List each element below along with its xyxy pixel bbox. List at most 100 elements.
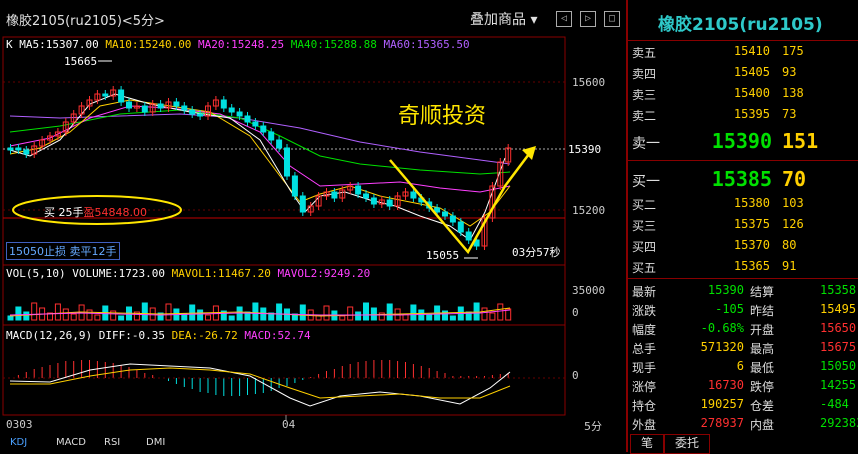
bid-level-name: 买一 <box>632 174 660 190</box>
ask-volume: 175 <box>782 44 804 58</box>
candle <box>434 207 441 213</box>
candle <box>299 195 306 213</box>
volume-bar <box>355 311 362 321</box>
legend-item: DEA:-26.72 <box>164 329 238 342</box>
volume-bar <box>15 306 22 321</box>
volume-bar <box>473 302 480 321</box>
chart-canvas <box>2 36 566 420</box>
quote-label: 外盘 <box>632 418 657 432</box>
legend-item: MA20:15248.25 <box>191 38 285 51</box>
prev-arrow-icon[interactable]: ◁ <box>556 11 572 27</box>
candle <box>442 211 448 217</box>
quote-value: -484 <box>820 397 849 411</box>
candle <box>268 131 275 141</box>
bid-level-1[interactable]: 买一 15385 70 <box>628 166 858 194</box>
volume-bar <box>165 303 172 321</box>
legend-item: MAVOL1:11467.20 <box>164 267 271 280</box>
volume-bar <box>252 302 259 321</box>
ask-level-4[interactable]: 卖三 15400 138 <box>628 86 858 107</box>
ask-volume: 93 <box>782 65 797 79</box>
ask-level-1[interactable]: 卖一 15390 151 <box>628 128 858 156</box>
overlay-symbol-button[interactable]: 叠加商品 ▾ <box>470 9 537 29</box>
volume-bar <box>497 303 504 321</box>
high-price-label: 15665 <box>64 55 98 68</box>
ask-level-name: 卖四 <box>632 67 657 81</box>
bid-level-name: 买二 <box>632 198 657 212</box>
quote-panel-title: 橡胶2105(ru2105) <box>658 15 823 35</box>
volume-bar <box>323 305 330 321</box>
volume-bar <box>189 304 196 321</box>
volume-bar <box>31 302 38 321</box>
candle <box>331 191 338 199</box>
volume-bars <box>7 302 512 321</box>
quote-row: 最新 15390 结算 15358 <box>628 283 858 302</box>
position-label[interactable]: 买 25手盈54848.00 <box>44 204 147 220</box>
candle <box>197 113 204 117</box>
bid-level-5[interactable]: 买五 15365 91 <box>628 259 858 280</box>
tab-kdj[interactable]: KDJ <box>10 437 27 451</box>
quote-row: 涨停 16730 跌停 14255 <box>628 378 858 397</box>
quote-row: 总手 571320 最高 15675 <box>628 340 858 359</box>
bid-level-4[interactable]: 买四 15370 80 <box>628 238 858 259</box>
bid-volume: 70 <box>782 167 807 191</box>
ask-level-3[interactable]: 卖四 15405 93 <box>628 65 858 86</box>
kline-chart[interactable]: K MA5:15307.00 MA10:15240.00 MA20:15248.… <box>0 36 624 436</box>
candle <box>410 191 417 199</box>
candle <box>291 175 298 197</box>
volume-bar <box>410 304 417 321</box>
candle <box>355 185 362 195</box>
ask-price: 15395 <box>733 107 770 121</box>
quote-label: 最新 <box>632 285 657 299</box>
tab-rsi[interactable]: RSI <box>104 437 120 451</box>
ask-level-5[interactable]: 卖二 15395 73 <box>628 107 858 128</box>
candle <box>252 121 259 127</box>
volume-bar <box>339 315 346 321</box>
quote-label: 结算 <box>750 285 775 299</box>
volume-bar <box>54 303 61 321</box>
position-profit: 盈54848.00 <box>83 206 148 219</box>
maximize-icon[interactable]: □ <box>604 11 620 27</box>
bid-price: 15365 <box>733 259 770 273</box>
volume-bar <box>363 302 369 321</box>
quote-label: 开盘 <box>750 323 775 337</box>
quote-value: 15390 <box>707 283 744 297</box>
bid-volume: 126 <box>782 217 804 231</box>
ask-price: 15390 <box>711 129 772 153</box>
ma-legend: K MA5:15307.00 MA10:15240.00 MA20:15248.… <box>6 38 470 51</box>
volume-bar <box>94 314 101 321</box>
ask-level-name: 卖五 <box>632 46 657 60</box>
vol-tick: 35000 <box>572 284 606 297</box>
next-arrow-icon[interactable]: ▷ <box>580 11 596 27</box>
bid-level-2[interactable]: 买二 15380 103 <box>628 196 858 217</box>
candle <box>236 111 243 117</box>
candle <box>449 215 456 223</box>
ask-price: 15410 <box>733 44 770 58</box>
period-label[interactable]: 5分 <box>584 418 602 434</box>
quote-label: 现手 <box>632 361 657 375</box>
stop-loss-order[interactable]: 15050止损 卖平12手 <box>6 242 120 260</box>
tab-orders[interactable]: 委托 <box>664 434 711 454</box>
quote-row: 现手 6 最低 15050 <box>628 359 858 378</box>
candle <box>141 105 148 113</box>
candle <box>260 125 267 133</box>
tab-ticks[interactable]: 笔 <box>630 434 665 454</box>
candle <box>181 105 188 111</box>
volume-bar <box>228 315 235 321</box>
quote-value: 190257 <box>700 397 744 411</box>
quote-value: 15358 <box>820 283 857 297</box>
stop-loss-qty: 卖平12手 <box>69 245 117 258</box>
quote-value: 571320 <box>700 340 744 354</box>
tab-dmi[interactable]: DMI <box>146 437 165 451</box>
bid-level-3[interactable]: 买三 15375 126 <box>628 217 858 238</box>
volume-bar <box>86 309 93 321</box>
x-axis-label: 04 <box>282 418 296 431</box>
tab-macd[interactable]: MACD <box>56 437 86 451</box>
candle <box>370 197 377 205</box>
ask-level-2[interactable]: 卖五 15410 175 <box>628 44 858 65</box>
watermark-text: 奇顺投资 <box>398 104 487 129</box>
bid-level-name: 买三 <box>632 219 657 233</box>
bid-volume: 91 <box>782 259 797 273</box>
chart-title: 橡胶2105(ru2105)<5分> <box>6 14 165 29</box>
quote-value: 6 <box>736 359 744 373</box>
legend-item: MA60:15365.50 <box>376 38 470 51</box>
